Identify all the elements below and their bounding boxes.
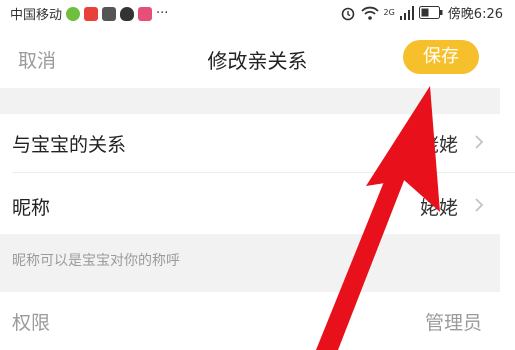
hint-band: 昵称可以是宝宝对你的称呼 xyxy=(0,234,500,292)
network-type-label: 2G xyxy=(383,8,395,17)
status-left: 中国移动 ··· xyxy=(10,4,168,23)
clock-time: 傍晚6:26 xyxy=(447,7,503,22)
video-app-icon xyxy=(138,6,153,21)
carrier-name: 中国移动 xyxy=(10,8,63,23)
relation-value: 姥姥 xyxy=(419,134,458,156)
relation-row[interactable]: 与宝宝的关系 姥姥 xyxy=(0,114,500,170)
alarm-icon xyxy=(341,7,354,20)
chevron-right-icon xyxy=(475,198,484,212)
microphone-app-icon xyxy=(84,6,99,21)
nickname-hint: 昵称可以是宝宝对你的称呼 xyxy=(12,253,180,269)
status-bar: 中国移动 ··· 2G 傍晚6:26 xyxy=(0,0,515,26)
permission-row: 权限 管理员 xyxy=(0,292,500,350)
camera-app-icon xyxy=(102,6,117,21)
more-notifications-indicator: ··· xyxy=(156,6,169,21)
qq-icon xyxy=(120,6,135,21)
row-divider xyxy=(12,172,515,173)
app-notification-icon xyxy=(66,6,81,21)
signal-icon xyxy=(399,5,414,20)
chevron-right-icon xyxy=(475,135,484,149)
status-right: 2G 傍晚6:26 xyxy=(340,3,503,22)
wifi-icon xyxy=(360,6,379,20)
nickname-label: 昵称 xyxy=(12,197,51,219)
nickname-value: 姥姥 xyxy=(419,197,458,219)
nickname-row[interactable]: 昵称 姥姥 xyxy=(0,177,500,233)
navigation-bar: 取消 修改亲关系 保存 xyxy=(0,26,515,88)
save-button[interactable]: 保存 xyxy=(403,40,479,74)
right-edge-strip xyxy=(500,88,515,350)
permission-value: 管理员 xyxy=(424,312,482,334)
battery-icon xyxy=(418,6,443,19)
relation-label: 与宝宝的关系 xyxy=(12,134,127,156)
permission-label: 权限 xyxy=(12,312,51,334)
section-separator xyxy=(0,88,500,114)
